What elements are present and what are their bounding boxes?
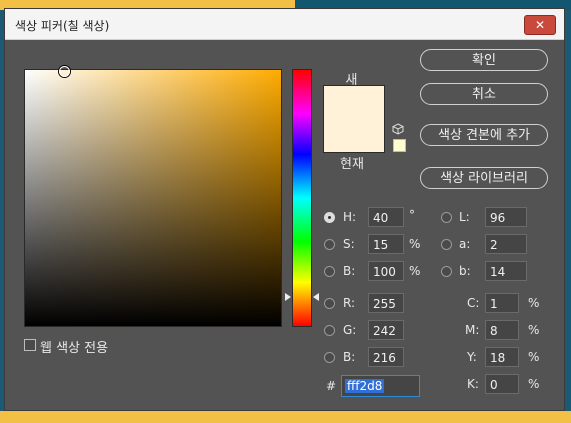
hue-field[interactable]: 40 xyxy=(368,207,404,227)
b-lab-field[interactable]: 14 xyxy=(485,261,527,281)
brightness-label: B: xyxy=(343,264,356,278)
magenta-field[interactable]: 8 xyxy=(485,320,519,340)
hue-unit: ° xyxy=(409,208,415,222)
radio-b-lab[interactable] xyxy=(441,266,452,277)
magenta-unit: % xyxy=(528,323,540,337)
lightness-field[interactable]: 96 xyxy=(485,207,527,227)
current-color-label: 현재 xyxy=(340,157,364,172)
black-label: K: xyxy=(467,377,479,391)
red-label: R: xyxy=(343,296,356,310)
web-colors-only-label[interactable]: 웹 색상 전용 xyxy=(40,337,108,356)
yellow-field[interactable]: 18 xyxy=(485,347,519,367)
blue-label: B: xyxy=(343,350,356,364)
lightness-label: L: xyxy=(459,210,470,224)
black-field[interactable]: 0 xyxy=(485,374,519,394)
radio-red[interactable] xyxy=(324,298,335,309)
color-libraries-button[interactable]: 색상 라이브러리 xyxy=(420,167,548,189)
black-unit: % xyxy=(528,377,540,391)
saturation-brightness-field[interactable] xyxy=(24,66,282,327)
hex-value[interactable]: fff2d8 xyxy=(345,379,385,393)
close-icon: ✕ xyxy=(534,18,546,32)
hue-slider-left-arrow-icon[interactable] xyxy=(285,293,291,301)
radio-blue[interactable] xyxy=(324,352,335,363)
cancel-button[interactable]: 취소 xyxy=(420,83,548,105)
window-title: 색상 피커(칠 색상) xyxy=(15,19,110,33)
cube-icon[interactable] xyxy=(392,123,404,135)
web-colors-only-checkbox[interactable] xyxy=(24,339,36,351)
ok-button[interactable]: 확인 xyxy=(420,49,548,71)
hue-label: H: xyxy=(343,210,357,224)
saturation-unit: % xyxy=(409,237,421,251)
magenta-label: M: xyxy=(465,323,480,337)
radio-brightness[interactable] xyxy=(324,266,335,277)
radio-saturation[interactable] xyxy=(324,239,335,250)
color-field-cursor[interactable] xyxy=(59,66,70,77)
hue-slider-right-arrow-icon[interactable] xyxy=(313,293,319,301)
web-safe-color-swatch[interactable] xyxy=(393,139,406,152)
radio-green[interactable] xyxy=(324,325,335,336)
red-field[interactable]: 255 xyxy=(368,293,404,313)
hex-label: # xyxy=(326,379,337,393)
a-label: a: xyxy=(459,237,471,251)
desktop-background-bottom xyxy=(0,411,571,423)
add-to-swatches-button[interactable]: 색상 견본에 추가 xyxy=(420,124,548,146)
cyan-label: C: xyxy=(467,296,480,310)
brightness-field[interactable]: 100 xyxy=(368,261,404,281)
close-button[interactable]: ✕ xyxy=(524,15,556,35)
color-picker-dialog: 색상 피커(칠 색상) ✕ 새 현재 확인 취소 색상 견본에 추가 색상 라이… xyxy=(4,8,565,411)
hex-field[interactable]: fff2d8 xyxy=(341,375,420,397)
radio-lightness[interactable] xyxy=(441,212,452,223)
blue-field[interactable]: 216 xyxy=(368,347,404,367)
cyan-unit: % xyxy=(528,296,540,310)
saturation-label: S: xyxy=(343,237,355,251)
yellow-unit: % xyxy=(528,350,540,364)
new-color-swatch xyxy=(323,85,385,153)
yellow-label: Y: xyxy=(467,350,477,364)
saturation-field[interactable]: 15 xyxy=(368,234,404,254)
radio-a[interactable] xyxy=(441,239,452,250)
brightness-unit: % xyxy=(409,264,421,278)
green-label: G: xyxy=(343,323,357,337)
a-field[interactable]: 2 xyxy=(485,234,527,254)
green-field[interactable]: 242 xyxy=(368,320,404,340)
b-lab-label: b: xyxy=(459,264,471,278)
cyan-field[interactable]: 1 xyxy=(485,293,519,313)
title-bar[interactable]: 색상 피커(칠 색상) ✕ xyxy=(5,9,564,40)
hue-slider[interactable] xyxy=(292,69,312,327)
radio-hue[interactable] xyxy=(324,212,335,223)
